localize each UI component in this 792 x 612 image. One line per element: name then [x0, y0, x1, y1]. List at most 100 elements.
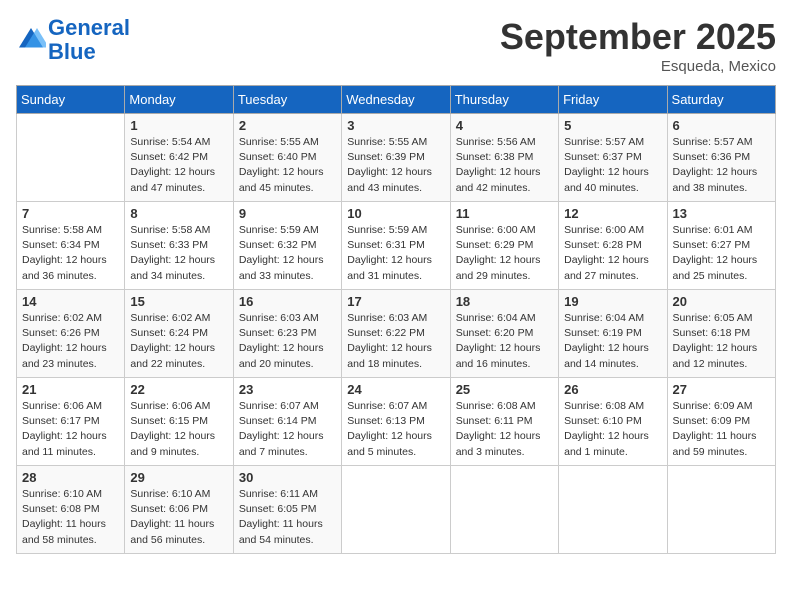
day-info: Sunrise: 5:59 AM Sunset: 6:31 PM Dayligh…: [347, 223, 444, 284]
calendar-cell: 18 Sunrise: 6:04 AM Sunset: 6:20 PM Dayli…: [450, 290, 558, 378]
calendar-cell: [342, 466, 450, 554]
day-info: Sunrise: 5:56 AM Sunset: 6:38 PM Dayligh…: [456, 135, 553, 196]
day-number: 21: [22, 382, 119, 397]
calendar-cell: 24Sunrise: 6:07 AM Sunset: 6:13 PM Dayli…: [342, 378, 450, 466]
day-number: 14: [22, 294, 119, 309]
day-info: Sunrise: 6:09 AM Sunset: 6:09 PM Dayligh…: [673, 399, 770, 460]
day-info: Sunrise: 6:03 AM Sunset: 6:23 PM Dayligh…: [239, 311, 336, 372]
day-info: Sunrise: 6:04 AM Sunset: 6:20 PM Dayligh…: [456, 311, 553, 372]
day-number: 16: [239, 294, 336, 309]
month-title: September 2025: [500, 16, 776, 58]
day-info: Sunrise: 6:02 AM Sunset: 6:26 PM Dayligh…: [22, 311, 119, 372]
day-number: 12: [564, 206, 661, 221]
location: Esqueda, Mexico: [500, 58, 776, 75]
logo: General Blue: [16, 16, 130, 64]
day-info: Sunrise: 5:57 AM Sunset: 6:37 PM Dayligh…: [564, 135, 661, 196]
day-info: Sunrise: 6:10 AM Sunset: 6:08 PM Dayligh…: [22, 487, 119, 548]
day-info: Sunrise: 6:02 AM Sunset: 6:24 PM Dayligh…: [130, 311, 227, 372]
day-number: 17: [347, 294, 444, 309]
calendar-cell: 16 Sunrise: 6:03 AM Sunset: 6:23 PM Dayli…: [233, 290, 341, 378]
calendar-cell: 8 Sunrise: 5:58 AM Sunset: 6:33 PM Daylig…: [125, 202, 233, 290]
day-info: Sunrise: 6:06 AM Sunset: 6:15 PM Dayligh…: [130, 399, 227, 460]
day-number: 26: [564, 382, 661, 397]
calendar-cell: 15 Sunrise: 6:02 AM Sunset: 6:24 PM Dayli…: [125, 290, 233, 378]
calendar-cell: [450, 466, 558, 554]
day-number: 4: [456, 118, 553, 133]
calendar-table: SundayMondayTuesdayWednesdayThursdayFrid…: [16, 85, 776, 554]
day-number: 2: [239, 118, 336, 133]
day-info: Sunrise: 6:03 AM Sunset: 6:22 PM Dayligh…: [347, 311, 444, 372]
day-info: Sunrise: 5:55 AM Sunset: 6:40 PM Dayligh…: [239, 135, 336, 196]
calendar-cell: 29 Sunrise: 6:10 AM Sunset: 6:06 PM Dayli…: [125, 466, 233, 554]
page-header: General Blue September 2025 Esqueda, Mex…: [16, 16, 776, 75]
day-info: Sunrise: 6:07 AM Sunset: 6:13 PM Dayligh…: [347, 399, 444, 460]
calendar-cell: 25 Sunrise: 6:08 AM Sunset: 6:11 PM Dayli…: [450, 378, 558, 466]
calendar-cell: 9 Sunrise: 5:59 AM Sunset: 6:32 PM Daylig…: [233, 202, 341, 290]
day-info: Sunrise: 6:01 AM Sunset: 6:27 PM Dayligh…: [673, 223, 770, 284]
calendar-cell: 3Sunrise: 5:55 AM Sunset: 6:39 PM Daylig…: [342, 114, 450, 202]
logo-line2: Blue: [48, 39, 96, 64]
day-info: Sunrise: 5:57 AM Sunset: 6:36 PM Dayligh…: [673, 135, 770, 196]
day-number: 13: [673, 206, 770, 221]
calendar-cell: 30 Sunrise: 6:11 AM Sunset: 6:05 PM Dayli…: [233, 466, 341, 554]
day-number: 19: [564, 294, 661, 309]
calendar-cell: 13 Sunrise: 6:01 AM Sunset: 6:27 PM Dayli…: [667, 202, 775, 290]
logo-line1: General: [48, 15, 130, 40]
calendar-cell: 10Sunrise: 5:59 AM Sunset: 6:31 PM Dayli…: [342, 202, 450, 290]
day-number: 22: [130, 382, 227, 397]
day-number: 8: [130, 206, 227, 221]
day-number: 25: [456, 382, 553, 397]
day-number: 29: [130, 470, 227, 485]
day-info: Sunrise: 6:06 AM Sunset: 6:17 PM Dayligh…: [22, 399, 119, 460]
weekday-header: Thursday: [450, 86, 558, 114]
day-number: 30: [239, 470, 336, 485]
calendar-header: SundayMondayTuesdayWednesdayThursdayFrid…: [17, 86, 776, 114]
calendar-cell: 28Sunrise: 6:10 AM Sunset: 6:08 PM Dayli…: [17, 466, 125, 554]
calendar-cell: 20Sunrise: 6:05 AM Sunset: 6:18 PM Dayli…: [667, 290, 775, 378]
day-number: 18: [456, 294, 553, 309]
calendar-week-row: 28Sunrise: 6:10 AM Sunset: 6:08 PM Dayli…: [17, 466, 776, 554]
calendar-cell: [667, 466, 775, 554]
calendar-cell: 17 Sunrise: 6:03 AM Sunset: 6:22 PM Dayli…: [342, 290, 450, 378]
calendar-cell: 5 Sunrise: 5:57 AM Sunset: 6:37 PM Daylig…: [559, 114, 667, 202]
day-info: Sunrise: 6:08 AM Sunset: 6:11 PM Dayligh…: [456, 399, 553, 460]
logo-icon: [16, 25, 46, 55]
weekday-header: Saturday: [667, 86, 775, 114]
calendar-week-row: 21 Sunrise: 6:06 AM Sunset: 6:17 PM Dayli…: [17, 378, 776, 466]
calendar-cell: [559, 466, 667, 554]
calendar-cell: 4 Sunrise: 5:56 AM Sunset: 6:38 PM Daylig…: [450, 114, 558, 202]
day-info: Sunrise: 5:58 AM Sunset: 6:33 PM Dayligh…: [130, 223, 227, 284]
day-number: 11: [456, 206, 553, 221]
calendar-body: 1Sunrise: 5:54 AM Sunset: 6:42 PM Daylig…: [17, 114, 776, 554]
day-number: 15: [130, 294, 227, 309]
day-info: Sunrise: 6:11 AM Sunset: 6:05 PM Dayligh…: [239, 487, 336, 548]
day-info: Sunrise: 5:59 AM Sunset: 6:32 PM Dayligh…: [239, 223, 336, 284]
calendar-cell: 19 Sunrise: 6:04 AM Sunset: 6:19 PM Dayli…: [559, 290, 667, 378]
weekday-header: Monday: [125, 86, 233, 114]
calendar-cell: 7Sunrise: 5:58 AM Sunset: 6:34 PM Daylig…: [17, 202, 125, 290]
calendar-cell: 11 Sunrise: 6:00 AM Sunset: 6:29 PM Dayli…: [450, 202, 558, 290]
calendar-cell: 22 Sunrise: 6:06 AM Sunset: 6:15 PM Dayli…: [125, 378, 233, 466]
title-block: September 2025 Esqueda, Mexico: [500, 16, 776, 75]
day-info: Sunrise: 6:05 AM Sunset: 6:18 PM Dayligh…: [673, 311, 770, 372]
calendar-cell: 14 Sunrise: 6:02 AM Sunset: 6:26 PM Dayli…: [17, 290, 125, 378]
day-info: Sunrise: 6:10 AM Sunset: 6:06 PM Dayligh…: [130, 487, 227, 548]
calendar-week-row: 1Sunrise: 5:54 AM Sunset: 6:42 PM Daylig…: [17, 114, 776, 202]
logo-text: General Blue: [48, 16, 130, 64]
day-number: 9: [239, 206, 336, 221]
calendar-cell: 26 Sunrise: 6:08 AM Sunset: 6:10 PM Dayli…: [559, 378, 667, 466]
calendar-cell: 6 Sunrise: 5:57 AM Sunset: 6:36 PM Daylig…: [667, 114, 775, 202]
calendar-cell: 12Sunrise: 6:00 AM Sunset: 6:28 PM Dayli…: [559, 202, 667, 290]
day-info: Sunrise: 6:07 AM Sunset: 6:14 PM Dayligh…: [239, 399, 336, 460]
day-info: Sunrise: 6:00 AM Sunset: 6:29 PM Dayligh…: [456, 223, 553, 284]
calendar-cell: 2 Sunrise: 5:55 AM Sunset: 6:40 PM Daylig…: [233, 114, 341, 202]
day-number: 5: [564, 118, 661, 133]
calendar-week-row: 7Sunrise: 5:58 AM Sunset: 6:34 PM Daylig…: [17, 202, 776, 290]
day-info: Sunrise: 5:54 AM Sunset: 6:42 PM Dayligh…: [130, 135, 227, 196]
calendar-cell: [17, 114, 125, 202]
day-number: 3: [347, 118, 444, 133]
day-info: Sunrise: 6:04 AM Sunset: 6:19 PM Dayligh…: [564, 311, 661, 372]
day-info: Sunrise: 6:08 AM Sunset: 6:10 PM Dayligh…: [564, 399, 661, 460]
day-info: Sunrise: 5:58 AM Sunset: 6:34 PM Dayligh…: [22, 223, 119, 284]
day-number: 6: [673, 118, 770, 133]
